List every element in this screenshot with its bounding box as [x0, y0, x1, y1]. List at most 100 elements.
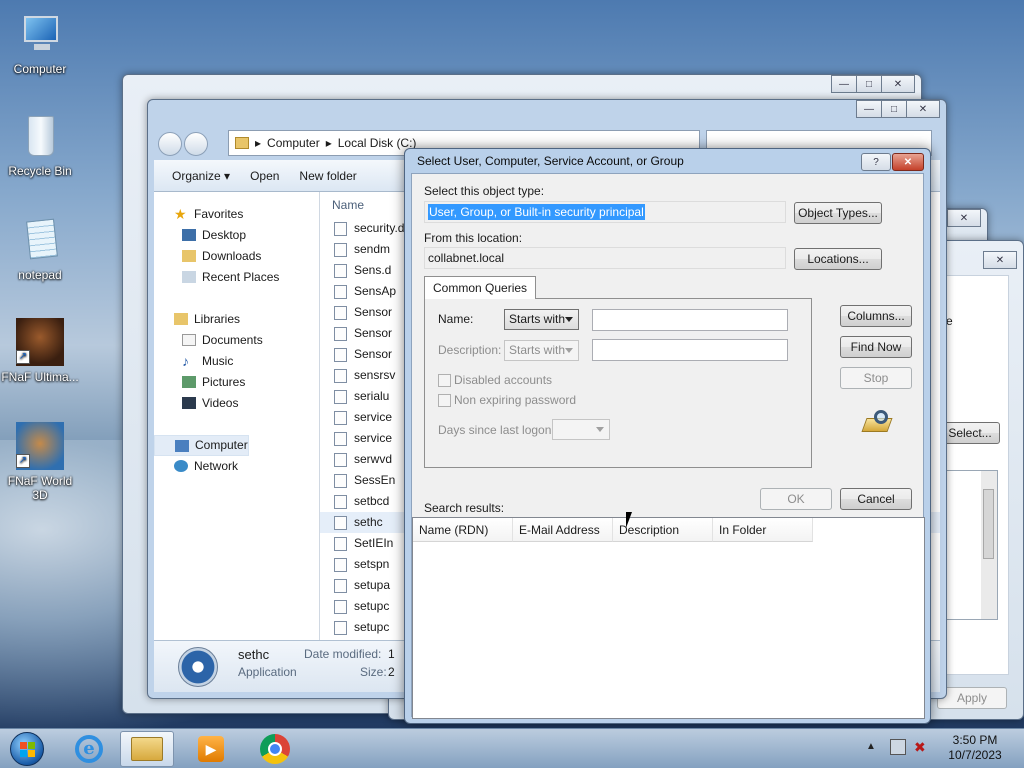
object-types-button[interactable]: Object Types...	[794, 202, 882, 224]
close-button[interactable]: ✕	[881, 75, 915, 93]
pictures-icon	[182, 376, 196, 388]
window-controls: ― □ ✕	[831, 75, 915, 93]
desktop-icon-fnaf-ultimate[interactable]: ↗ FNaF Ultima...	[0, 318, 80, 384]
scrollbar-thumb[interactable]	[983, 489, 994, 559]
search-results-table[interactable]: Name (RDN) E-Mail Address Description In…	[412, 517, 925, 719]
file-name: SetIEIn	[354, 536, 394, 550]
selected-file-type: Application	[238, 665, 297, 679]
show-hidden-icons-icon[interactable]: ▲	[866, 741, 876, 752]
network-icon	[174, 460, 188, 472]
nav-desktop[interactable]: Desktop	[154, 225, 319, 246]
breadcrumb-local-disk[interactable]: Local Disk (C:)	[338, 136, 417, 150]
taskbar-media-player[interactable]: ▶	[184, 731, 238, 767]
stop-button[interactable]: Stop	[840, 367, 912, 389]
nav-pictures[interactable]: Pictures	[154, 372, 319, 393]
name-mode-select[interactable]: Starts with	[504, 309, 579, 330]
select-user-dialog[interactable]: Select User, Computer, Service Account, …	[404, 148, 931, 724]
file-icon	[334, 264, 347, 278]
apply-button[interactable]: Apply	[937, 687, 1007, 709]
taskbar-chrome[interactable]	[248, 731, 302, 767]
chevron-down-icon	[565, 348, 573, 353]
new-folder-button[interactable]: New folder	[291, 165, 364, 187]
description-mode-select[interactable]: Starts with	[504, 340, 579, 361]
start-button[interactable]	[0, 731, 54, 767]
column-header-in-folder[interactable]: In Folder	[713, 518, 813, 542]
selected-file-name: sethc	[238, 647, 270, 662]
help-button[interactable]: ?	[861, 153, 891, 171]
nav-music[interactable]: ♪ Music	[154, 351, 319, 372]
file-icon	[334, 579, 347, 593]
name-input[interactable]	[592, 309, 788, 331]
nav-label: Network	[194, 459, 239, 473]
column-header-name-rdn[interactable]: Name (RDN)	[413, 518, 513, 542]
nav-label: Documents	[202, 333, 263, 347]
scrollbar[interactable]	[981, 471, 997, 619]
nav-videos[interactable]: Videos	[154, 393, 319, 414]
minimize-button[interactable]: ―	[831, 75, 857, 93]
columns-button[interactable]: Columns...	[840, 305, 912, 327]
taskbar-explorer[interactable]	[120, 731, 174, 767]
maximize-button[interactable]: □	[881, 100, 907, 118]
nav-label: Libraries	[194, 312, 241, 326]
days-since-logon-select[interactable]	[552, 419, 610, 440]
file-name: Sensor	[354, 326, 393, 340]
breadcrumb-computer[interactable]: Computer	[267, 136, 320, 150]
non-expiring-password-checkbox[interactable]: Non expiring password	[438, 393, 576, 409]
ok-button[interactable]: OK	[760, 488, 832, 510]
desktop-icon-computer[interactable]: Computer	[0, 10, 80, 76]
locations-button[interactable]: Locations...	[794, 248, 882, 270]
find-now-button[interactable]: Find Now	[840, 336, 912, 358]
nav-documents[interactable]: Documents	[154, 330, 319, 351]
application-icon	[178, 647, 218, 687]
desktop-icon-fnaf-world[interactable]: ↗ FNaF World 3D	[0, 422, 80, 502]
volume-muted-icon[interactable]: ✖	[914, 739, 930, 755]
nav-computer[interactable]: Computer	[154, 435, 249, 456]
internet-explorer-icon: e	[75, 735, 103, 763]
back-button[interactable]	[158, 132, 182, 156]
desktop-icon-recycle-bin[interactable]: Recycle Bin	[0, 112, 80, 178]
breadcrumb-separator: ▸	[325, 136, 332, 150]
desktop-icon	[182, 229, 196, 241]
open-button[interactable]: Open	[242, 165, 287, 187]
description-input[interactable]	[592, 339, 788, 361]
file-name: SensAp	[354, 284, 397, 298]
nav-libraries[interactable]: Libraries	[154, 309, 319, 330]
organize-label: Organize	[172, 168, 221, 183]
windows-logo-icon	[10, 732, 44, 766]
nav-recent-places[interactable]: Recent Places	[154, 267, 319, 288]
organize-button[interactable]: Organize ▾	[164, 165, 238, 187]
select-button[interactable]: Select...	[940, 422, 1000, 444]
disabled-accounts-checkbox[interactable]: Disabled accounts	[438, 373, 552, 389]
object-type-field[interactable]: User, Group, or Built-in security princi…	[424, 201, 786, 223]
forward-button[interactable]	[184, 132, 208, 156]
system-clock[interactable]: 3:50 PM 10/7/2023	[940, 733, 1010, 763]
close-button[interactable]: ✕	[983, 251, 1017, 269]
fnaf-ultimate-icon: ↗	[16, 318, 64, 366]
file-icon	[334, 474, 347, 488]
maximize-button[interactable]: □	[856, 75, 882, 93]
file-name: sensrsv	[354, 368, 396, 382]
desktop-icon-notepad[interactable]: notepad	[0, 216, 80, 282]
close-button[interactable]: ✕	[892, 153, 924, 171]
nav-favorites[interactable]: ★ Favorites	[154, 204, 319, 225]
checkbox-label: Non expiring password	[454, 393, 577, 407]
close-button[interactable]: ✕	[947, 209, 981, 227]
nav-network[interactable]: Network	[154, 456, 319, 477]
minimize-button[interactable]: ―	[856, 100, 882, 118]
size-value: 2	[388, 665, 395, 679]
name-mode-value: Starts with	[509, 312, 566, 326]
network-status-icon[interactable]	[890, 739, 906, 755]
file-name: SessEn	[354, 473, 396, 487]
file-icon	[334, 306, 347, 320]
taskbar-internet-explorer[interactable]: e	[62, 731, 116, 767]
navigation-pane: ★ Favorites Desktop Downloads Recent Plac…	[154, 192, 320, 640]
file-icon	[334, 495, 347, 509]
days-since-logon-label: Days since last logon:	[438, 423, 555, 437]
nav-downloads[interactable]: Downloads	[154, 246, 319, 267]
cancel-button[interactable]: Cancel	[840, 488, 912, 510]
close-button[interactable]: ✕	[906, 100, 940, 118]
tab-common-queries[interactable]: Common Queries	[424, 276, 537, 299]
column-header-email[interactable]: E-Mail Address	[513, 518, 613, 542]
description-mode-value: Starts with	[509, 343, 566, 357]
window-controls: ― □ ✕	[856, 100, 940, 118]
